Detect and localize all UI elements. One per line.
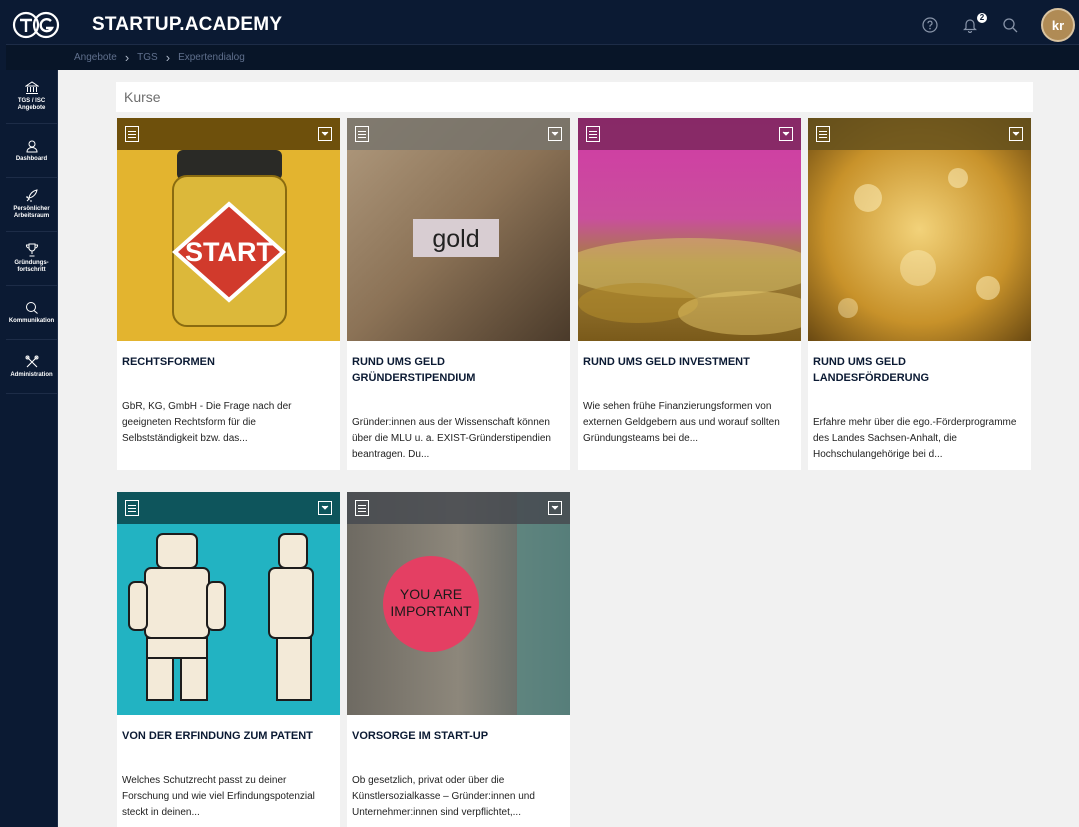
card-description: Wie sehen frühe Finanzierungsformen von … — [583, 401, 780, 444]
document-icon — [355, 126, 369, 142]
course-image: YOU ARE IMPORTANT — [347, 492, 570, 715]
dropdown-icon[interactable] — [548, 501, 562, 515]
trophy-icon — [25, 243, 38, 257]
card-description: Erfahre mehr über die ego.-Förderprogram… — [813, 417, 1017, 460]
course-card[interactable]: RUND UMS GELD LANDESFÖRDERUNG Erfahre me… — [808, 118, 1031, 470]
logo[interactable] — [12, 11, 60, 39]
sidebar-item-arbeitsraum[interactable]: Persönlicher Arbeitsraum — [6, 178, 57, 232]
card-toolbar — [347, 118, 570, 150]
user-icon — [25, 140, 38, 152]
rocket-icon — [25, 189, 38, 202]
breadcrumb-item-tgs[interactable]: TGS — [137, 52, 158, 63]
card-toolbar — [117, 492, 340, 524]
image-text-line1: YOU ARE — [400, 586, 462, 602]
chat-icon — [25, 301, 38, 314]
breadcrumb-item-expertendialog[interactable]: Expertendialog — [178, 52, 245, 63]
sidebar-item-kommunikation[interactable]: Kommunikation — [6, 286, 57, 340]
card-description: Welches Schutzrecht passt zu deiner Fors… — [122, 775, 315, 818]
document-icon — [586, 126, 600, 142]
document-icon — [125, 126, 139, 142]
breadcrumb: Angebote › TGS › Expertendialog — [6, 44, 1079, 70]
lego-patent-image — [117, 492, 340, 715]
section-header: Kurse — [116, 82, 1033, 112]
chevron-right-icon: › — [124, 50, 130, 65]
card-title[interactable]: RUND UMS GELD LANDESFÖRDERUNG — [813, 354, 1023, 386]
main-content: Kurse START RECHTSFORMEN GbR, KG, GmbH -… — [58, 70, 1079, 827]
top-bar: STARTUP.ACADEMY 2 kr — [6, 6, 1079, 44]
card-toolbar — [117, 118, 340, 150]
dropdown-icon[interactable] — [779, 127, 793, 141]
you-are-important-sticker-image: YOU ARE IMPORTANT — [347, 492, 570, 715]
sidebar-item-administration[interactable]: Administration — [6, 340, 57, 394]
course-image: gold — [347, 118, 570, 341]
card-title[interactable]: RUND UMS GELD GRÜNDERSTIPENDIUM — [352, 354, 562, 386]
card-title[interactable]: RECHTSFORMEN — [122, 354, 332, 370]
sidebar-item-fortschritt[interactable]: Gründungs-fortschritt — [6, 232, 57, 286]
course-card[interactable]: VON DER ERFINDUNG ZUM PATENT Welches Sch… — [117, 492, 340, 827]
sidebar-item-dashboard[interactable]: Dashboard — [6, 124, 57, 178]
dropdown-icon[interactable] — [548, 127, 562, 141]
card-title[interactable]: RUND UMS GELD INVESTMENT — [583, 354, 793, 370]
gold-bokeh-image — [808, 118, 1031, 341]
sidebar-item-label: Persönlicher Arbeitsraum — [13, 206, 50, 219]
glitter-image — [578, 118, 801, 341]
sidebar-item-label: Dashboard — [15, 155, 48, 162]
sidebar-item-label: Administration — [10, 371, 53, 378]
section-title: Kurse — [124, 89, 161, 105]
course-image — [578, 118, 801, 341]
sidebar-item-label: Gründungs-fortschritt — [14, 260, 49, 273]
brand-title: STARTUP.ACADEMY — [92, 14, 283, 35]
dropdown-icon[interactable] — [1009, 127, 1023, 141]
sidebar-item-label: TGS / ISC Angebote — [17, 98, 46, 111]
course-card[interactable]: START RECHTSFORMEN GbR, KG, GmbH - Die F… — [117, 118, 340, 470]
chevron-right-icon: › — [165, 50, 171, 65]
card-toolbar — [578, 118, 801, 150]
breadcrumb-item-angebote[interactable]: Angebote — [74, 52, 117, 63]
help-icon[interactable] — [921, 16, 939, 34]
search-icon[interactable] — [1001, 16, 1019, 34]
course-card[interactable]: RUND UMS GELD INVESTMENT Wie sehen frühe… — [578, 118, 801, 470]
dropdown-icon[interactable] — [318, 501, 332, 515]
course-card[interactable]: gold RUND UMS GELD GRÜNDERSTIPENDIUM Grü… — [347, 118, 570, 470]
course-image — [808, 118, 1031, 341]
card-title[interactable]: VORSORGE IM START-UP — [352, 728, 562, 744]
image-text: gold — [432, 225, 479, 253]
card-toolbar — [808, 118, 1031, 150]
dropdown-icon[interactable] — [318, 127, 332, 141]
course-image — [117, 492, 340, 715]
document-icon — [816, 126, 830, 142]
card-description: Gründer:innen aus der Wissenschaft könne… — [352, 417, 551, 460]
course-image: START — [117, 118, 340, 341]
image-text: START — [185, 237, 273, 267]
image-text-line2: IMPORTANT — [390, 603, 472, 619]
gold-label-image: gold — [347, 118, 570, 341]
sidebar-item-label: Kommunikation — [8, 317, 55, 324]
document-icon — [355, 500, 369, 516]
bell-icon[interactable]: 2 — [961, 13, 987, 34]
tools-icon — [25, 355, 38, 367]
sidebar-item-angebote[interactable]: TGS / ISC Angebote — [6, 70, 57, 124]
avatar[interactable]: kr — [1041, 8, 1075, 42]
card-description: Ob gesetzlich, privat oder über die Küns… — [352, 775, 535, 818]
document-icon — [125, 500, 139, 516]
bank-icon — [24, 81, 39, 94]
sidebar: TGS / ISC Angebote Dashboard Persönliche… — [6, 70, 58, 827]
card-title[interactable]: VON DER ERFINDUNG ZUM PATENT — [122, 728, 332, 744]
start-jar-image: START — [117, 118, 340, 341]
notification-badge: 2 — [977, 13, 987, 23]
card-toolbar — [347, 492, 570, 524]
card-description: GbR, KG, GmbH - Die Frage nach der geeig… — [122, 401, 292, 444]
course-card[interactable]: YOU ARE IMPORTANT VORSORGE IM START-UP O… — [347, 492, 570, 827]
